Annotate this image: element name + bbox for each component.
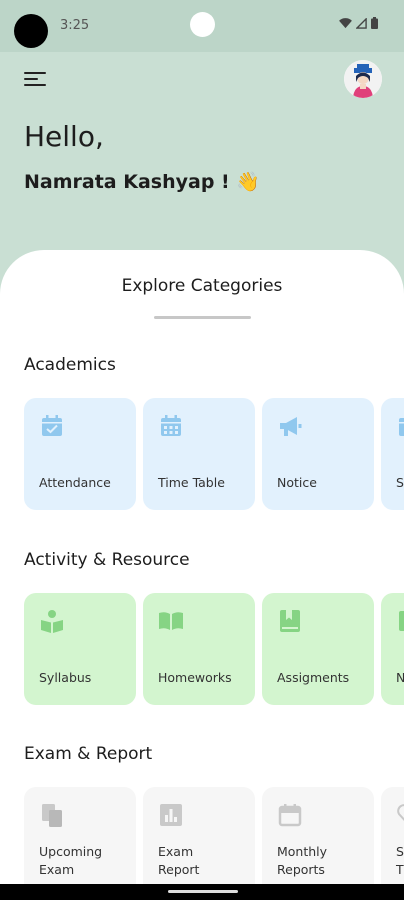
home-gesture-handle[interactable] [168,890,238,893]
status-bar: 3:25 [0,0,404,52]
bar-chart-icon [160,804,182,826]
book-icon [399,611,404,631]
reader-icon [41,610,63,633]
open-book-icon [159,612,183,630]
categories-sheet: Explore Categories Academics Attendance … [0,250,404,900]
syllabus-card[interactable]: Syllabus [24,593,136,705]
monthly-reports-label: Monthly Reports [277,843,327,879]
syllabus-label: Syllabus [39,670,92,685]
upcoming-exam-label-line1: Upcoming [39,844,103,859]
monthly-reports-label-line1: Monthly [277,844,328,859]
exam-more-label: S T [396,843,404,879]
academics-more-card[interactable]: S [381,398,404,510]
section-title-academics: Academics [24,355,116,375]
monthly-reports-card[interactable]: Monthly Reports [262,787,374,899]
exam-report-label-line2: Report [158,862,200,877]
battery-icon [371,17,378,29]
menu-button[interactable] [24,68,48,90]
assignments-card[interactable]: Assigments [262,593,374,705]
avatar[interactable] [344,60,382,98]
sheet-divider [154,316,251,319]
attendance-card[interactable]: Attendance [24,398,136,510]
student-avatar-icon [344,60,382,98]
status-time: 3:25 [60,18,90,33]
heart-icon [397,804,404,821]
attendance-label: Attendance [39,475,111,490]
bookmark-book-icon [280,610,300,632]
calendar-icon [278,804,302,827]
exam-more-label-line1: S [396,844,404,859]
section-title-exam-report: Exam & Report [24,744,153,764]
calendar-grid-icon [161,415,181,436]
activity-resource-row: Syllabus Homeworks Assigments N [24,593,404,705]
exam-more-card[interactable]: S T [381,787,404,899]
monthly-reports-label-line2: Reports [277,862,325,877]
exam-report-label: Exam Report [158,843,199,879]
sheet-title: Explore Categories [121,276,283,296]
exam-report-card[interactable]: Exam Report [143,787,255,899]
homeworks-label: Homeworks [158,670,232,685]
status-icons [339,17,378,29]
copy-files-icon [42,804,62,827]
exam-report-label-line1: Exam [158,844,194,859]
upcoming-exam-card[interactable]: Upcoming Exam [24,787,136,899]
time-table-card[interactable]: Time Table [143,398,255,510]
activity-more-card[interactable]: N [381,593,404,705]
camera-cutout [14,14,48,48]
exam-report-row: Upcoming Exam Exam Report Monthly Report… [24,787,404,899]
notice-label: Notice [277,475,317,490]
upcoming-exam-label-line2: Exam [39,862,75,877]
greeting-text: Hello, [24,120,104,153]
menu-icon-line [24,78,38,80]
notice-card[interactable]: Notice [262,398,374,510]
calendar-check-icon [42,415,62,436]
front-camera [190,12,215,37]
homeworks-card[interactable]: Homeworks [143,593,255,705]
upcoming-exam-label: Upcoming Exam [39,843,102,879]
academics-more-label: S [396,475,404,490]
academics-row: Attendance Time Table Notice S [24,398,404,510]
wifi-icon [339,17,352,28]
section-title-activity-resource: Activity & Resource [24,550,190,570]
time-table-label: Time Table [158,475,225,490]
header: Hello, Namrata Kashyap ! 👋 [0,52,404,262]
user-name: Namrata Kashyap ! 👋 [24,171,260,193]
menu-icon-line [24,84,46,86]
cellular-signal-icon [356,17,367,29]
megaphone-icon [280,417,302,436]
exam-more-label-line2: T [396,862,404,877]
activity-more-label: N [396,670,404,685]
assignments-label: Assigments [277,670,350,685]
calendar-icon [399,418,404,436]
menu-icon-line [24,72,46,74]
